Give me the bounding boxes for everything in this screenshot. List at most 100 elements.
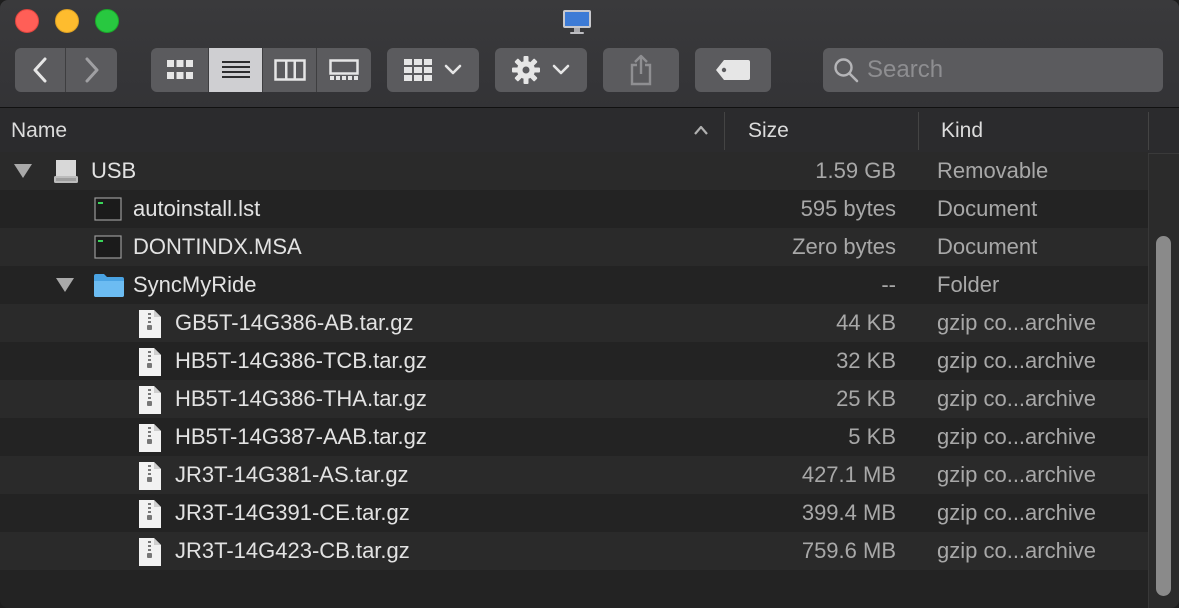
size-column-header[interactable]: Size [748, 108, 789, 154]
archive-icon [139, 348, 161, 376]
list-item[interactable]: JR3T-14G423-CB.tar.gz 759.6 MB gzip co..… [0, 532, 1148, 570]
icon-view-button[interactable] [151, 48, 209, 92]
toolbar [0, 0, 1179, 108]
chevron-right-icon [85, 57, 98, 83]
file-kind: gzip co...archive [937, 500, 1096, 525]
file-kind: gzip co...archive [937, 424, 1096, 449]
list-item[interactable]: SyncMyRide -- Folder [0, 266, 1148, 304]
kind-column-header[interactable]: Kind [941, 108, 983, 154]
file-kind: Document [937, 234, 1038, 259]
document-icon [94, 235, 122, 259]
name-column-label: Name [11, 119, 68, 142]
list-item[interactable]: USB 1.59 GB Removable [0, 152, 1148, 190]
view-mode-control [151, 48, 371, 92]
file-kind: gzip co...archive [937, 310, 1096, 335]
file-name: SyncMyRide [133, 272, 257, 297]
chevron-left-icon [33, 57, 47, 83]
list-item[interactable]: HB5T-14G386-TCB.tar.gz 32 KB gzip co...a… [0, 342, 1148, 380]
gear-icon [512, 56, 540, 84]
file-list: USB 1.59 GB Removable autoinstall.lst 59… [0, 152, 1148, 570]
column-divider [1148, 112, 1149, 150]
file-name: HB5T-14G386-TCB.tar.gz [175, 348, 427, 373]
file-size: 427.1 MB [801, 462, 896, 487]
group-by-button[interactable] [387, 48, 479, 92]
list-item[interactable]: JR3T-14G391-CE.tar.gz 399.4 MB gzip co..… [0, 494, 1148, 532]
chevron-down-icon [444, 64, 462, 75]
file-size: -- [881, 272, 896, 297]
file-name: JR3T-14G381-AS.tar.gz [175, 462, 409, 487]
computer-icon [563, 10, 591, 34]
file-size: 759.6 MB [801, 538, 896, 563]
minimize-window-button[interactable] [55, 9, 79, 33]
list-view-button[interactable] [209, 48, 263, 92]
disclosure-triangle-expanded-icon[interactable] [55, 276, 75, 294]
list-item[interactable]: HB5T-14G387-AAB.tar.gz 5 KB gzip co...ar… [0, 418, 1148, 456]
folder-icon [94, 274, 124, 297]
list-item[interactable]: JR3T-14G381-AS.tar.gz 427.1 MB gzip co..… [0, 456, 1148, 494]
drive-icon [54, 160, 78, 183]
column-view-button[interactable] [263, 48, 317, 92]
file-name: JR3T-14G423-CB.tar.gz [175, 538, 410, 563]
column-divider[interactable] [724, 112, 725, 150]
search-field[interactable] [823, 48, 1163, 92]
file-kind: gzip co...archive [937, 462, 1096, 487]
archive-icon [139, 424, 161, 452]
file-size: Zero bytes [792, 234, 896, 259]
sort-ascending-icon[interactable] [692, 123, 710, 137]
finder-window: Name Size Kind USB 1.59 GB Removable aut… [0, 0, 1179, 608]
file-kind: gzip co...archive [937, 538, 1096, 563]
file-size: 595 bytes [800, 196, 896, 221]
forward-button[interactable] [66, 48, 117, 92]
columns-icon [273, 59, 306, 81]
file-kind: gzip co...archive [937, 348, 1096, 373]
navigation-buttons [15, 48, 117, 92]
archive-icon [139, 310, 161, 338]
size-column-label: Size [748, 119, 789, 142]
close-window-button[interactable] [15, 9, 39, 33]
file-kind: Folder [937, 272, 1000, 297]
archive-icon [139, 386, 161, 414]
column-divider[interactable] [918, 112, 919, 150]
archive-icon [139, 500, 161, 528]
kind-column-label: Kind [941, 119, 984, 142]
file-size: 25 KB [836, 386, 896, 411]
file-size: 32 KB [836, 348, 896, 373]
list-icon [221, 61, 250, 78]
file-name: HB5T-14G387-AAB.tar.gz [175, 424, 427, 449]
document-icon [94, 197, 122, 221]
file-name: HB5T-14G386-THA.tar.gz [175, 386, 427, 411]
chevron-down-icon [552, 64, 570, 75]
file-name: autoinstall.lst [133, 196, 261, 221]
group-grid-icon [404, 59, 432, 81]
archive-icon [139, 462, 161, 490]
disclosure-triangle-expanded-icon[interactable] [13, 162, 33, 180]
back-button[interactable] [15, 48, 66, 92]
file-kind: gzip co...archive [937, 386, 1096, 411]
action-menu-button[interactable] [495, 48, 587, 92]
tag-icon [716, 60, 750, 80]
list-item[interactable]: GB5T-14G386-AB.tar.gz 44 KB gzip co...ar… [0, 304, 1148, 342]
zoom-window-button[interactable] [95, 9, 119, 33]
file-size: 399.4 MB [801, 500, 896, 525]
archive-icon [139, 538, 161, 566]
gallery-icon [329, 59, 359, 80]
file-name: JR3T-14G391-CE.tar.gz [175, 500, 410, 525]
file-size: 44 KB [836, 310, 896, 335]
name-column-header[interactable]: Name [11, 108, 67, 154]
icon-grid-icon [166, 60, 193, 79]
file-kind: Removable [937, 158, 1049, 183]
share-button[interactable] [603, 48, 679, 92]
list-item[interactable]: HB5T-14G386-THA.tar.gz 25 KB gzip co...a… [0, 380, 1148, 418]
column-header: Name Size Kind [0, 108, 1179, 154]
scrollbar-thumb[interactable] [1156, 236, 1171, 596]
tags-button[interactable] [695, 48, 771, 92]
file-name: USB [91, 158, 137, 183]
search-input[interactable] [867, 56, 1147, 84]
search-icon [834, 58, 859, 83]
gallery-view-button[interactable] [317, 48, 371, 92]
file-size: 1.59 GB [815, 158, 896, 183]
list-item[interactable]: DONTINDX.MSA Zero bytes Document [0, 228, 1148, 266]
list-item[interactable]: autoinstall.lst 595 bytes Document [0, 190, 1148, 228]
file-kind: Document [937, 196, 1038, 221]
file-size: 5 KB [848, 424, 896, 449]
